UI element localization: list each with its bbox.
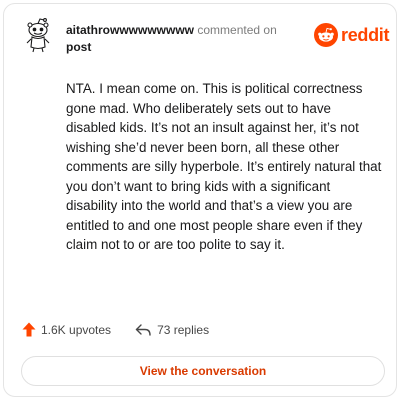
commented-on-text: commented on xyxy=(197,23,277,37)
view-conversation-button[interactable]: View the conversation xyxy=(21,356,385,386)
reddit-logo-icon xyxy=(314,23,338,47)
post-link[interactable]: post xyxy=(66,39,296,56)
comment-body: NTA. I mean come on. This is political c… xyxy=(66,81,382,252)
reddit-brand[interactable]: reddit xyxy=(314,23,390,47)
reply-arrow-icon xyxy=(135,323,151,336)
upvote-button[interactable]: 1.6K upvotes xyxy=(22,322,111,337)
username-link[interactable]: aitathrowwwwwwwww xyxy=(66,23,194,37)
upvote-count: 1.6K upvotes xyxy=(41,322,112,337)
comment-actions: 1.6K upvotes 73 replies xyxy=(22,322,209,337)
reply-count: 73 replies xyxy=(157,322,210,337)
upvote-arrow-icon xyxy=(22,322,36,337)
user-avatar-icon[interactable] xyxy=(21,16,55,54)
comment-header: aitathrowwwwwwwww commented on post xyxy=(66,22,296,56)
reddit-wordmark: reddit xyxy=(341,24,390,45)
reddit-comment-card: aitathrowwwwwwwww commented on post redd… xyxy=(3,3,397,397)
replies-button[interactable]: 73 replies xyxy=(111,323,209,337)
